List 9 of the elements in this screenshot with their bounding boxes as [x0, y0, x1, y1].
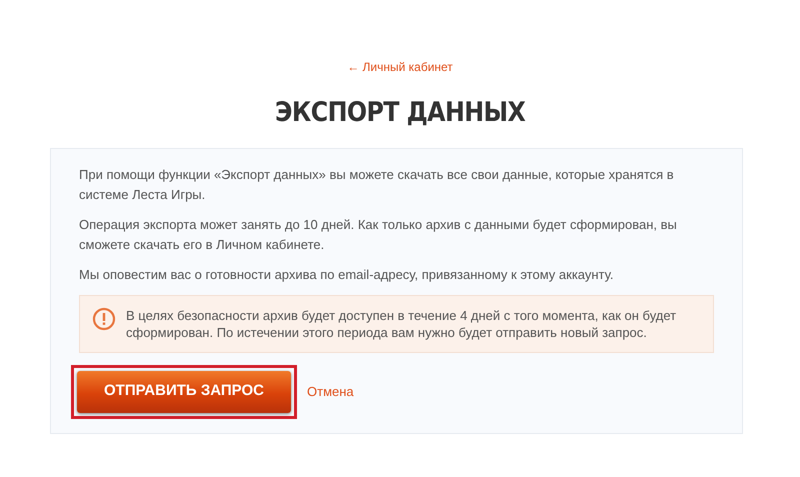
- info-paragraph: При помощи функции «Экспорт данных» вы можете скачать все свои данные, которые хранятся в системе Леста Игры.: [79, 166, 675, 204]
- submit-button[interactable]: ОТПРАВИТЬ ЗАПРОС: [77, 370, 291, 412]
- info-paragraph: Мы оповестим вас о готовности архива по email-адресу, привязанному к этому аккаунту.: [79, 266, 614, 284]
- back-link[interactable]: ← Личный кабинет: [347, 58, 453, 76]
- cancel-link[interactable]: Отмена: [307, 382, 354, 402]
- notice-text: В целях безопасности архив будет доступен в течение 4 дней с того момента, как он будет сформирован. По истечении этого периода вам нужно будет отправить новый запрос.: [126, 306, 678, 340]
- page-title: ЭКСПОРТ ДАННЫХ: [274, 96, 526, 130]
- warning-icon: [92, 306, 116, 330]
- info-paragraph: Операция экспорта может занять до 10 дней. Как только архив с данными будет сформирован, вы сможете скачать его в Личном кабинете.: [79, 216, 678, 254]
